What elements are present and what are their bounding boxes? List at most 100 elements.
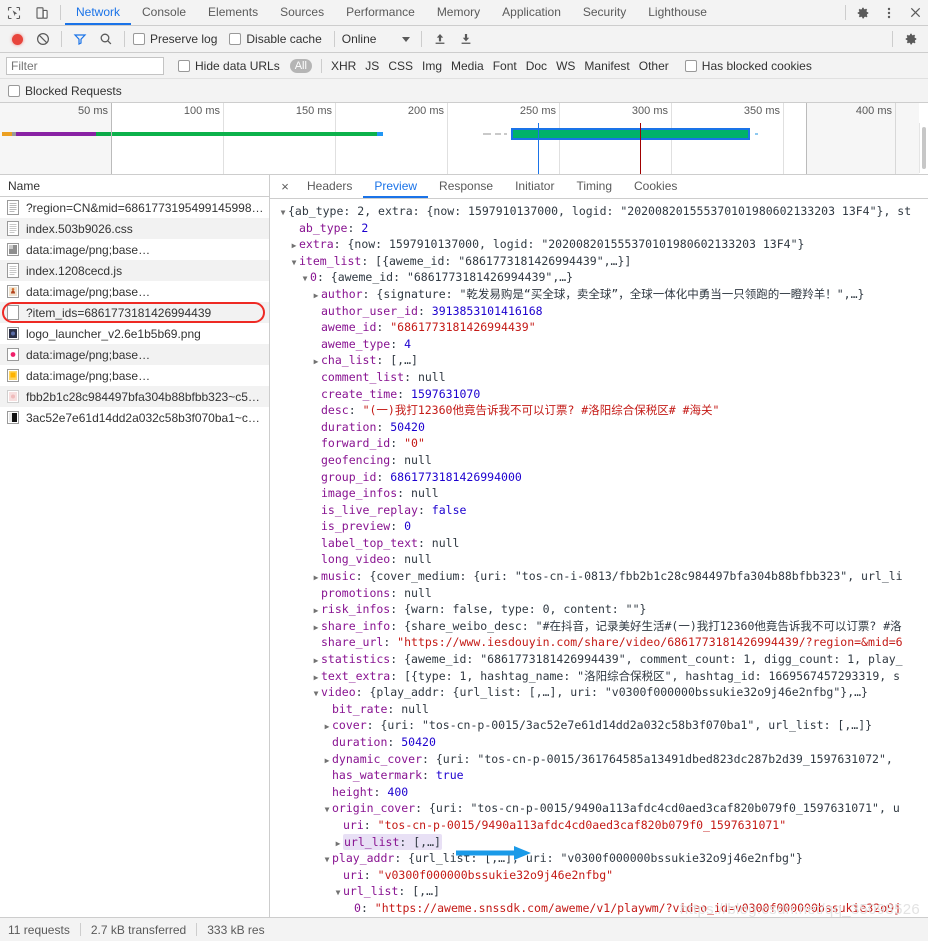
tab-response[interactable]: Response bbox=[428, 175, 504, 198]
blocked-requests-box[interactable] bbox=[8, 84, 20, 97]
filter-type-xhr[interactable]: XHR bbox=[331, 59, 356, 73]
json-tree-row[interactable]: ·is_preview: 0 bbox=[272, 518, 928, 535]
chevron-right-icon[interactable]: ▶ bbox=[322, 719, 332, 734]
export-har-icon[interactable] bbox=[453, 26, 479, 52]
preserve-log-box[interactable] bbox=[133, 33, 145, 45]
json-tree-row[interactable]: ▶ statistics: {aweme_id: "686177318142699… bbox=[272, 651, 928, 668]
json-tree-row[interactable]: ·bit_rate: null bbox=[272, 701, 928, 718]
device-toolbar-icon[interactable] bbox=[28, 0, 56, 25]
chevron-right-icon[interactable]: ▶ bbox=[333, 836, 343, 851]
inspect-element-icon[interactable] bbox=[0, 0, 28, 25]
json-tree-row[interactable]: ·label_top_text: null bbox=[272, 535, 928, 552]
network-overview[interactable]: 50 ms 100 ms 150 ms 200 ms 250 ms 300 ms… bbox=[0, 103, 928, 175]
json-tree-row[interactable]: ▼ url_list: [,…] bbox=[272, 883, 928, 900]
filter-type-js[interactable]: JS bbox=[365, 59, 379, 73]
chevron-right-icon[interactable]: ▶ bbox=[311, 653, 321, 668]
overview-scrollbar[interactable] bbox=[919, 123, 928, 173]
json-tree-row[interactable]: ▶ extra: {now: 1597910137000, logid: "202… bbox=[272, 236, 928, 253]
json-tree-row[interactable]: ▶ cover: {uri: "tos-cn-p-0015/3ac52e7e61d… bbox=[272, 717, 928, 734]
json-tree-row[interactable]: ▶ cha_list: [,…] bbox=[272, 352, 928, 369]
json-tree-row[interactable]: ▼ origin_cover: {uri: "tos-cn-p-0015/9490… bbox=[272, 800, 928, 817]
tab-console[interactable]: Console bbox=[131, 0, 197, 25]
json-tree-row[interactable]: ▼ 0: {aweme_id: "6861773181426994439",…} bbox=[272, 269, 928, 286]
json-tree-row[interactable]: ▶ risk_infos: {warn: false, type: 0, cont… bbox=[272, 601, 928, 618]
filter-type-media[interactable]: Media bbox=[451, 59, 484, 73]
tab-sources[interactable]: Sources bbox=[269, 0, 335, 25]
chevron-down-icon[interactable]: ▼ bbox=[289, 255, 299, 270]
table-row[interactable]: data:image/png;base… bbox=[0, 365, 269, 386]
json-tree-row[interactable]: ·duration: 50420 bbox=[272, 734, 928, 751]
json-tree-row[interactable]: ·desc: "(一)我打12360他竟告诉我不可以订票? #洛阳综合保税区# … bbox=[272, 402, 928, 419]
tab-security[interactable]: Security bbox=[572, 0, 637, 25]
close-icon[interactable] bbox=[902, 0, 928, 25]
filter-funnel-icon[interactable] bbox=[67, 26, 93, 52]
json-tree-row[interactable]: ▶ text_extra: [{type: 1, hashtag_name: "洛… bbox=[272, 668, 928, 685]
json-tree-row[interactable]: ·ab_type: 2 bbox=[272, 220, 928, 237]
filter-input[interactable] bbox=[6, 56, 164, 75]
chevron-down-icon[interactable]: ▼ bbox=[300, 271, 310, 286]
chevron-down-icon[interactable]: ▼ bbox=[333, 885, 343, 900]
has-blocked-cookies-box[interactable] bbox=[684, 59, 697, 72]
tab-network[interactable]: Network bbox=[65, 0, 132, 25]
filter-type-all[interactable]: All bbox=[289, 58, 312, 73]
json-tree-row[interactable]: ▶ author: {signature: "乾发易购是“买全球，卖全球”，全球一… bbox=[272, 286, 928, 303]
filter-type-font[interactable]: Font bbox=[493, 59, 517, 73]
tab-elements[interactable]: Elements bbox=[197, 0, 269, 25]
tab-memory[interactable]: Memory bbox=[426, 0, 491, 25]
chevron-right-icon[interactable]: ▶ bbox=[311, 620, 321, 635]
tab-performance[interactable]: Performance bbox=[335, 0, 426, 25]
record-button[interactable] bbox=[4, 26, 30, 52]
chevron-right-icon[interactable]: ▶ bbox=[311, 603, 321, 618]
json-tree-row[interactable]: ·author_user_id: 3913853101416168 bbox=[272, 303, 928, 320]
tab-initiator[interactable]: Initiator bbox=[504, 175, 565, 198]
tab-timing[interactable]: Timing bbox=[565, 175, 623, 198]
chevron-down-icon[interactable]: ▼ bbox=[322, 852, 332, 867]
json-tree-row[interactable]: ·uri: "v0300f000000bssukie32o9j46e2nfbg" bbox=[272, 867, 928, 884]
json-tree-row[interactable]: ·0: "https://aweme.snssdk.com/aweme/v1/p… bbox=[272, 900, 928, 917]
chevron-right-icon[interactable]: ▶ bbox=[289, 238, 299, 253]
tab-preview[interactable]: Preview bbox=[363, 175, 429, 198]
json-tree-row[interactable]: ·comment_list: null bbox=[272, 369, 928, 386]
filter-type-doc[interactable]: Doc bbox=[526, 59, 547, 73]
chevron-right-icon[interactable]: ▶ bbox=[311, 670, 321, 685]
json-tree-row[interactable]: ·long_video: null bbox=[272, 551, 928, 568]
json-tree-row[interactable]: ▶ dynamic_cover: {uri: "tos-cn-p-0015/361… bbox=[272, 751, 928, 768]
tab-headers[interactable]: Headers bbox=[296, 175, 363, 198]
filter-type-img[interactable]: Img bbox=[422, 59, 442, 73]
chevron-down-icon[interactable]: ▼ bbox=[311, 686, 321, 701]
chevron-down-icon[interactable]: ▼ bbox=[278, 205, 288, 220]
tab-lighthouse[interactable]: Lighthouse bbox=[637, 0, 718, 25]
filter-type-manifest[interactable]: Manifest bbox=[584, 59, 629, 73]
chevron-right-icon[interactable]: ▶ bbox=[322, 753, 332, 768]
clear-button[interactable] bbox=[30, 26, 56, 52]
json-tree-row[interactable]: ·aweme_type: 4 bbox=[272, 336, 928, 353]
table-row[interactable]: logo_launcher_v2.6e1b5b69.png bbox=[0, 323, 269, 344]
filter-type-other[interactable]: Other bbox=[639, 59, 669, 73]
json-tree-row[interactable]: ·forward_id: "0" bbox=[272, 435, 928, 452]
chevron-down-icon[interactable]: ▼ bbox=[322, 802, 332, 817]
json-tree-row[interactable]: ·duration: 50420 bbox=[272, 419, 928, 436]
disable-cache-checkbox[interactable]: Disable cache bbox=[229, 32, 322, 46]
table-row[interactable]: index.1208cecd.js bbox=[0, 260, 269, 281]
table-row[interactable]: data:image/png;base… bbox=[0, 239, 269, 260]
json-tree-row[interactable]: ·aweme_id: "6861773181426994439" bbox=[272, 319, 928, 336]
json-tree-row[interactable]: ▶ music: {cover_medium: {uri: "tos-cn-i-0… bbox=[272, 568, 928, 585]
json-tree-row[interactable]: ·share_url: "https://www.iesdouyin.com/s… bbox=[272, 634, 928, 651]
table-row[interactable]: ?region=CN&mid=6861773195499145998… bbox=[0, 197, 269, 218]
import-har-icon[interactable] bbox=[427, 26, 453, 52]
has-blocked-cookies-checkbox[interactable]: Has blocked cookies bbox=[684, 59, 812, 73]
json-tree-row[interactable]: ▼ play_addr: {url_list: [,…], uri: "v0300… bbox=[272, 850, 928, 867]
throttling-select[interactable]: Online bbox=[340, 32, 416, 46]
json-tree-row[interactable]: ·image_infos: null bbox=[272, 485, 928, 502]
table-row[interactable]: index.503b9026.css bbox=[0, 218, 269, 239]
table-row[interactable]: data:image/png;base… bbox=[0, 344, 269, 365]
json-tree-row[interactable]: ·group_id: 6861773181426994000 bbox=[272, 469, 928, 486]
network-settings-gear-icon[interactable] bbox=[898, 26, 924, 52]
table-row[interactable]: 3ac52e7e61d14dd2a032c58b3f070ba1~c… bbox=[0, 407, 269, 428]
filter-type-css[interactable]: CSS bbox=[388, 59, 413, 73]
chevron-right-icon[interactable]: ▶ bbox=[311, 288, 321, 303]
preserve-log-checkbox[interactable]: Preserve log bbox=[133, 32, 217, 46]
json-tree-row[interactable]: ·height: 400 bbox=[272, 784, 928, 801]
hide-data-urls-checkbox[interactable]: Hide data URLs bbox=[178, 59, 280, 73]
close-detail-icon[interactable]: × bbox=[274, 175, 296, 198]
